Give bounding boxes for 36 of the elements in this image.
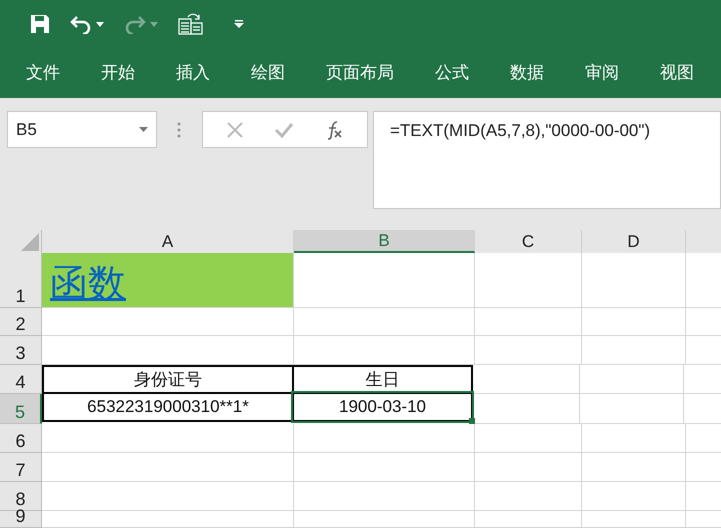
grip-icon — [177, 122, 181, 138]
column-header[interactable]: D — [582, 230, 686, 253]
column-header[interactable]: B — [294, 230, 475, 253]
column-header[interactable]: C — [475, 230, 582, 253]
undo-icon[interactable] — [70, 14, 92, 34]
table-cell: 65322319000310**1* — [42, 392, 294, 422]
table-cell: 1900-03-10 — [292, 392, 473, 422]
check-icon[interactable] — [274, 122, 294, 138]
form-icon[interactable] — [178, 13, 204, 35]
customize-icon[interactable] — [234, 20, 244, 28]
row-header[interactable]: 7 — [0, 453, 42, 482]
caret-icon — [139, 127, 148, 132]
row-header[interactable]: 8 — [0, 482, 42, 511]
ribbon-tab[interactable]: 页面布局 — [326, 60, 394, 86]
row-header[interactable]: 9 — [0, 511, 42, 528]
ribbon-tab[interactable]: 视图 — [660, 60, 694, 86]
ribbon-tab[interactable]: 开始 — [101, 60, 135, 86]
row-header[interactable]: 3 — [0, 336, 42, 365]
row-header[interactable]: 1 — [0, 253, 42, 308]
ribbon-tab[interactable]: 公式 — [435, 60, 469, 86]
row-header[interactable]: 2 — [0, 308, 42, 336]
ribbon-tab[interactable]: 绘图 — [251, 60, 285, 86]
formula-field[interactable]: =TEXT(MID(A5,7,8),"0000-00-00") — [373, 111, 721, 209]
ribbon-tab[interactable]: 数据 — [510, 60, 544, 86]
save-icon[interactable] — [30, 14, 50, 34]
ribbon-tab[interactable]: 文件 — [26, 60, 60, 86]
row-header[interactable]: 6 — [0, 424, 42, 453]
ribbon-tab[interactable]: 审阅 — [585, 60, 619, 86]
table-cell: 生日 — [292, 365, 473, 394]
caret-icon[interactable] — [96, 22, 104, 26]
ribbon-tab[interactable]: 插入 — [176, 60, 210, 86]
row-header[interactable]: 4 — [0, 365, 42, 394]
table-cell: 身份证号 — [42, 365, 294, 394]
row-header[interactable]: 5 — [0, 394, 42, 424]
fill-handle[interactable] — [469, 418, 475, 424]
name-box[interactable]: B5 — [7, 111, 157, 148]
